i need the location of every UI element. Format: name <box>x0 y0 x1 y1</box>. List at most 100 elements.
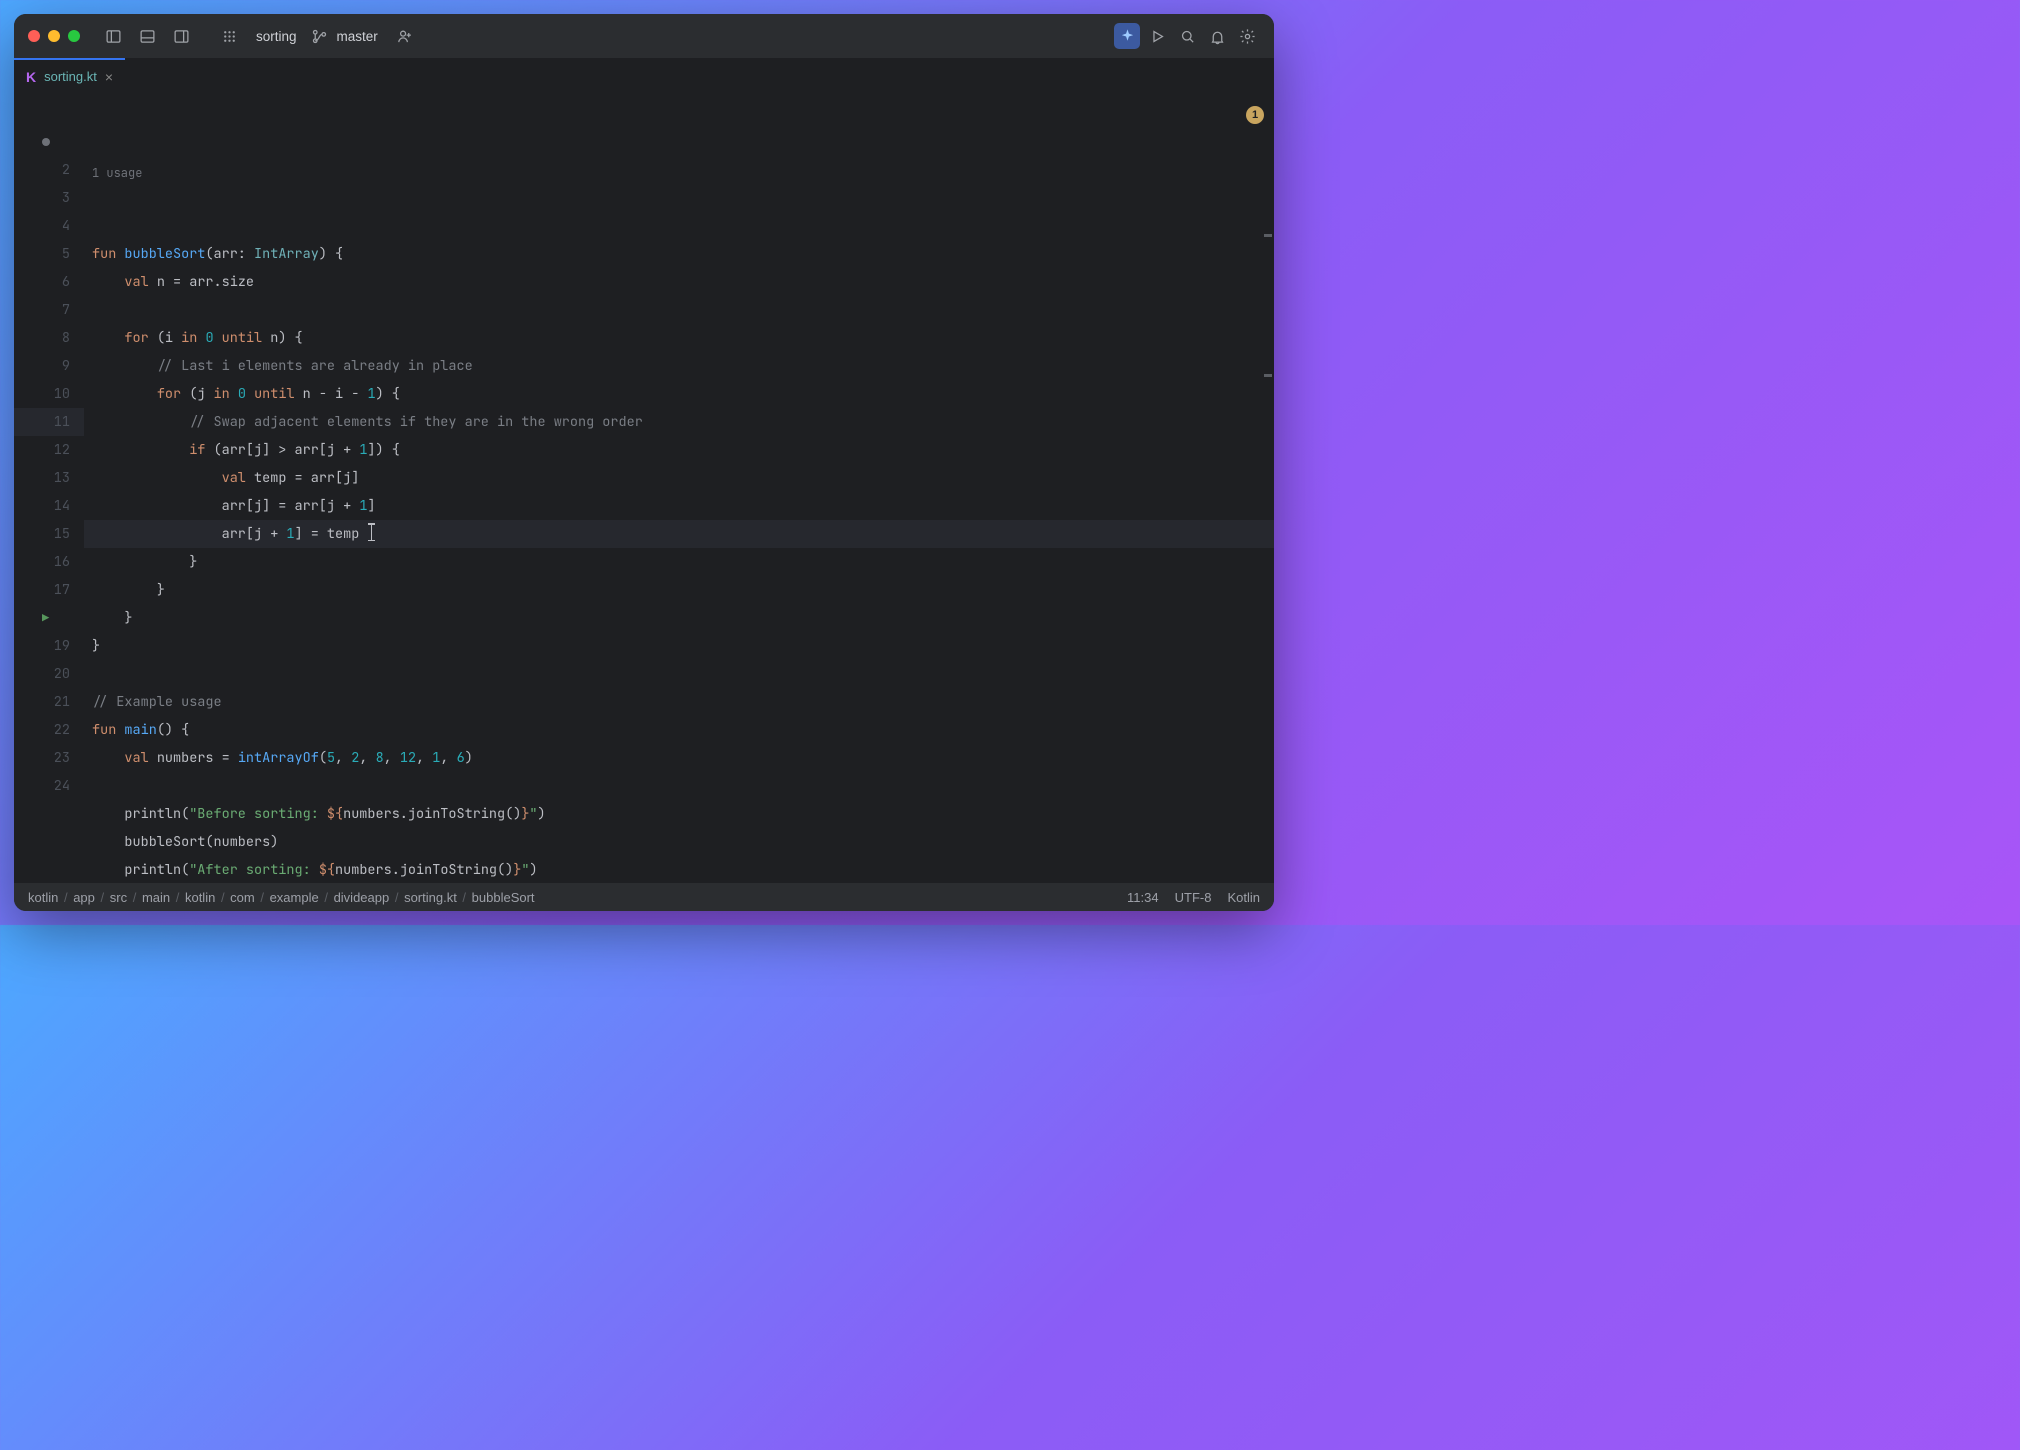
line-number: 13 <box>14 464 84 492</box>
usage-hint[interactable]: 1 usage <box>84 162 1274 184</box>
code-line[interactable]: arr[j + 1] = temp <box>84 520 1274 548</box>
breadcrumb-segment[interactable]: com <box>230 890 255 905</box>
line-number: 15 <box>14 520 84 548</box>
panel-bottom-icon[interactable] <box>134 23 160 49</box>
line-number: 7 <box>14 296 84 324</box>
project-name[interactable]: sorting <box>250 29 303 44</box>
breadcrumb-separator: / <box>97 890 108 905</box>
breadcrumb-separator: / <box>257 890 268 905</box>
line-number: 19 <box>14 632 84 660</box>
code-content[interactable]: 1 usage fun bubbleSort(arr: IntArray) { … <box>84 94 1274 883</box>
scrollbar[interactable] <box>1262 94 1274 883</box>
line-number: 10 <box>14 380 84 408</box>
line-number: 23 <box>14 744 84 772</box>
breadcrumb-segment[interactable]: kotlin <box>28 890 58 905</box>
minimize-window-button[interactable] <box>48 30 60 42</box>
code-line[interactable]: // Example usage <box>84 688 1274 716</box>
line-number: ▶ <box>14 604 84 632</box>
breadcrumb-segment[interactable]: app <box>73 890 95 905</box>
breadcrumb-separator: / <box>217 890 228 905</box>
line-number: 2 <box>14 156 84 184</box>
breadcrumb-segment[interactable]: src <box>110 890 127 905</box>
code-line[interactable]: } <box>84 548 1274 576</box>
statusbar: kotlin / app / src / main / kotlin / com… <box>14 883 1274 911</box>
line-number: 11 <box>14 408 84 436</box>
code-line[interactable]: val n = arr.size <box>84 268 1274 296</box>
breadcrumb-segment[interactable]: main <box>142 890 170 905</box>
breadcrumbs[interactable]: kotlin / app / src / main / kotlin / com… <box>28 890 535 905</box>
ide-window: sorting master K sorting.kt × 2345678910… <box>14 14 1274 911</box>
apps-grid-icon[interactable] <box>216 23 242 49</box>
code-line[interactable]: println("After sorting: ${numbers.joinTo… <box>84 856 1274 883</box>
code-line[interactable]: } <box>84 604 1274 632</box>
code-line[interactable]: // Last i elements are already in place <box>84 352 1274 380</box>
line-number: 22 <box>14 716 84 744</box>
branch-name[interactable]: master <box>337 29 384 44</box>
breadcrumb-separator: / <box>391 890 402 905</box>
tab-sorting-kt[interactable]: K sorting.kt × <box>14 58 125 93</box>
breadcrumb-segment[interactable]: kotlin <box>185 890 215 905</box>
editor[interactable]: 234567891011121314151617▶192021222324 1 … <box>14 94 1274 883</box>
file-language[interactable]: Kotlin <box>1227 890 1260 905</box>
line-number: 24 <box>14 772 84 800</box>
editor-tabs: K sorting.kt × <box>14 58 1274 94</box>
code-line[interactable]: arr[j] = arr[j + 1] <box>84 492 1274 520</box>
line-number: 5 <box>14 240 84 268</box>
panel-left-icon[interactable] <box>100 23 126 49</box>
code-line[interactable]: bubbleSort(numbers) <box>84 828 1274 856</box>
add-user-icon[interactable] <box>392 23 418 49</box>
code-line[interactable]: for (j in 0 until n - i - 1) { <box>84 380 1274 408</box>
code-line[interactable] <box>84 772 1274 800</box>
line-number: 3 <box>14 184 84 212</box>
cursor-position[interactable]: 11:34 <box>1127 890 1159 905</box>
titlebar: sorting master <box>14 14 1274 58</box>
text-cursor <box>371 523 372 541</box>
code-line[interactable]: if (arr[j] > arr[j + 1]) { <box>84 436 1274 464</box>
line-number <box>14 128 84 156</box>
line-number: 9 <box>14 352 84 380</box>
ai-assistant-icon[interactable] <box>1114 23 1140 49</box>
kotlin-file-icon: K <box>26 69 36 85</box>
run-icon[interactable] <box>1144 23 1170 49</box>
line-number: 4 <box>14 212 84 240</box>
code-line[interactable] <box>84 296 1274 324</box>
line-number: 14 <box>14 492 84 520</box>
search-icon[interactable] <box>1174 23 1200 49</box>
run-gutter-icon[interactable]: ▶ <box>42 604 49 632</box>
code-line[interactable]: fun main() { <box>84 716 1274 744</box>
branch-icon[interactable] <box>311 23 329 49</box>
close-tab-icon[interactable]: × <box>105 69 113 85</box>
code-line[interactable]: val temp = arr[j] <box>84 464 1274 492</box>
line-number: 16 <box>14 548 84 576</box>
file-encoding[interactable]: UTF-8 <box>1175 890 1212 905</box>
maximize-window-button[interactable] <box>68 30 80 42</box>
line-number: 6 <box>14 268 84 296</box>
code-line[interactable]: println("Before sorting: ${numbers.joinT… <box>84 800 1274 828</box>
breakpoint-dot-icon[interactable] <box>42 138 50 146</box>
breadcrumb-separator: / <box>60 890 71 905</box>
code-line[interactable]: } <box>84 632 1274 660</box>
code-line[interactable]: fun bubbleSort(arr: IntArray) { <box>84 240 1274 268</box>
window-controls <box>28 30 80 42</box>
notifications-icon[interactable] <box>1204 23 1230 49</box>
settings-icon[interactable] <box>1234 23 1260 49</box>
breadcrumb-segment[interactable]: divideapp <box>334 890 390 905</box>
code-line[interactable]: for (i in 0 until n) { <box>84 324 1274 352</box>
close-window-button[interactable] <box>28 30 40 42</box>
breadcrumb-segment[interactable]: bubbleSort <box>472 890 535 905</box>
breadcrumb-segment[interactable]: example <box>270 890 319 905</box>
panel-right-icon[interactable] <box>168 23 194 49</box>
code-line[interactable]: } <box>84 576 1274 604</box>
code-line[interactable] <box>84 660 1274 688</box>
breadcrumb-segment[interactable]: sorting.kt <box>404 890 457 905</box>
gutter: 234567891011121314151617▶192021222324 <box>14 94 84 883</box>
line-number: 17 <box>14 576 84 604</box>
line-number: 20 <box>14 660 84 688</box>
line-number: 8 <box>14 324 84 352</box>
breadcrumb-separator: / <box>459 890 470 905</box>
code-line[interactable]: // Swap adjacent elements if they are in… <box>84 408 1274 436</box>
line-number: 12 <box>14 436 84 464</box>
breadcrumb-separator: / <box>172 890 183 905</box>
code-line[interactable]: val numbers = intArrayOf(5, 2, 8, 12, 1,… <box>84 744 1274 772</box>
breadcrumb-separator: / <box>321 890 332 905</box>
